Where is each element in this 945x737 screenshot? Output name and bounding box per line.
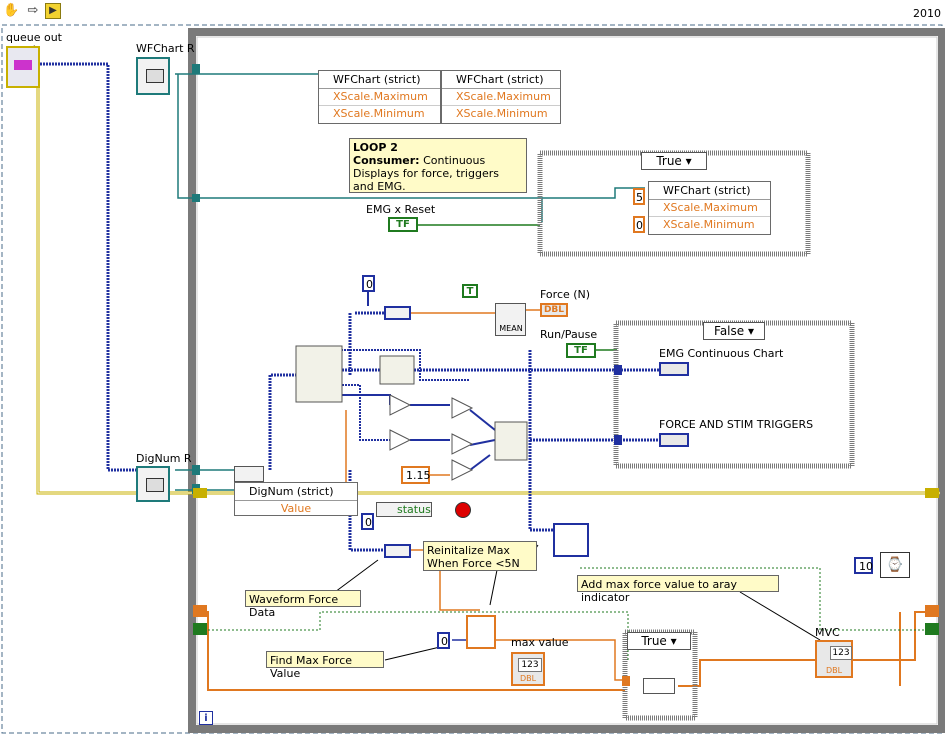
property-xscale-min[interactable]: XScale.Minimum: [442, 106, 560, 122]
max-value-type: DBL: [519, 674, 537, 683]
wfchart-property-node-2[interactable]: WFChart (strict) XScale.Maximum XScale.M…: [441, 70, 561, 124]
iteration-terminal: i: [199, 711, 213, 725]
dignum-property-node[interactable]: DigNum (strict) Value: [234, 482, 358, 516]
note-waveform: Waveform Force Data: [245, 590, 361, 619]
force-label: Force (N): [540, 288, 591, 301]
property-header: WFChart (strict): [649, 182, 770, 200]
wfchart-ref-terminal[interactable]: [136, 57, 170, 95]
queue-terminal[interactable]: [6, 46, 40, 88]
wfchart-ref-label: WFChart R: [136, 42, 195, 55]
note-reinit: Reinitalize Max When Force <5N: [423, 541, 537, 571]
mvc-number: 123: [830, 646, 852, 660]
wfchart-property-node-case[interactable]: WFChart (strict) XScale.Maximum XScale.M…: [648, 181, 771, 235]
property-xscale-max[interactable]: XScale.Maximum: [442, 89, 560, 106]
const-zero-top[interactable]: 0: [362, 275, 375, 292]
property-xscale-max[interactable]: XScale.Maximum: [319, 89, 440, 106]
shift-register-error-left[interactable]: [193, 488, 207, 498]
refnum-icon: [146, 478, 164, 492]
const-zero-case[interactable]: 0: [633, 216, 645, 233]
note-findmax: Find Max Force Value: [266, 651, 384, 680]
const-1-15[interactable]: 1.15: [401, 466, 431, 484]
shift-register-error-right[interactable]: [925, 488, 939, 498]
run-pause-label: Run/Pause: [540, 328, 598, 341]
const-five[interactable]: 5: [633, 188, 645, 205]
property-header: WFChart (strict): [319, 71, 440, 89]
property-header: WFChart (strict): [442, 71, 560, 89]
case-selector-false[interactable]: False ▾: [703, 322, 765, 340]
refnum-icon: [146, 69, 164, 83]
dignum-ref-label: DigNum R: [136, 452, 192, 465]
property-xscale-min[interactable]: XScale.Minimum: [649, 217, 770, 233]
shift-register-right-orange[interactable]: [925, 605, 939, 617]
case-selector-label: False: [714, 324, 745, 338]
mean-function[interactable]: MEAN: [495, 303, 526, 336]
max-value-label: max value: [511, 636, 569, 649]
status-label: status: [397, 503, 431, 516]
property-xscale-min[interactable]: XScale.Minimum: [319, 106, 440, 122]
max-value-number: 123: [518, 658, 542, 672]
emg-reset-label: EMG x Reset: [366, 203, 436, 216]
consumer-label: Consumer:: [353, 154, 420, 167]
mvc-type: DBL: [825, 666, 843, 675]
shift-register-left-orange[interactable]: [193, 605, 207, 617]
wfchart-property-node-1[interactable]: WFChart (strict) XScale.Maximum XScale.M…: [318, 70, 441, 124]
emg-reset-control[interactable]: TF: [388, 217, 418, 232]
property-value[interactable]: Value: [235, 501, 357, 517]
force-stim-terminal: [659, 433, 689, 447]
max-value-indicator: 123 DBL: [511, 652, 545, 686]
force-indicator: DBL: [540, 303, 568, 317]
convert-dbl-node[interactable]: [384, 306, 411, 320]
convert-dbl-node-2[interactable]: [384, 544, 411, 558]
wait-icon[interactable]: ⌚: [880, 552, 910, 578]
array-max-min-node[interactable]: [466, 615, 496, 649]
loop2-comment: LOOP 2 Consumer: Continuous Displays for…: [349, 138, 527, 193]
force-stim-label: FORCE AND STIM TRIGGERS: [659, 418, 814, 431]
build-array-node[interactable]: [643, 678, 675, 694]
const-true[interactable]: T: [462, 284, 478, 298]
shift-register-right-green[interactable]: [925, 623, 939, 635]
chart-scale-icon[interactable]: [553, 523, 589, 557]
loop2-title: LOOP 2: [353, 141, 398, 154]
timing-node[interactable]: [234, 466, 264, 482]
shift-register-left-green[interactable]: [193, 623, 207, 635]
stop-icon[interactable]: [455, 502, 471, 518]
queue-icon: [14, 60, 32, 70]
case-selector-label: True: [641, 634, 667, 648]
const-zero-bottom[interactable]: 0: [437, 632, 450, 649]
const-ten[interactable]: 10: [854, 557, 873, 574]
case-selector-true-bottom[interactable]: True ▾: [627, 632, 691, 650]
property-xscale-max[interactable]: XScale.Maximum: [649, 200, 770, 217]
case-selector-label: True: [656, 154, 682, 168]
const-zero-mid[interactable]: 0: [361, 513, 374, 530]
emg-chart-terminal: [659, 362, 689, 376]
case-selector-true-top[interactable]: True ▾: [641, 152, 707, 170]
mvc-indicator: 123 DBL: [815, 640, 853, 678]
emg-chart-label: EMG Continuous Chart: [659, 347, 784, 360]
unbundle-status[interactable]: status: [376, 502, 432, 517]
mean-label: MEAN: [499, 324, 523, 333]
mvc-label: MVC: [815, 626, 840, 639]
run-pause-control[interactable]: TF: [566, 343, 596, 358]
note-addmax: Add max force value to aray indicator: [577, 575, 779, 604]
property-header: DigNum (strict): [235, 483, 357, 501]
dignum-ref-terminal[interactable]: [136, 466, 170, 502]
